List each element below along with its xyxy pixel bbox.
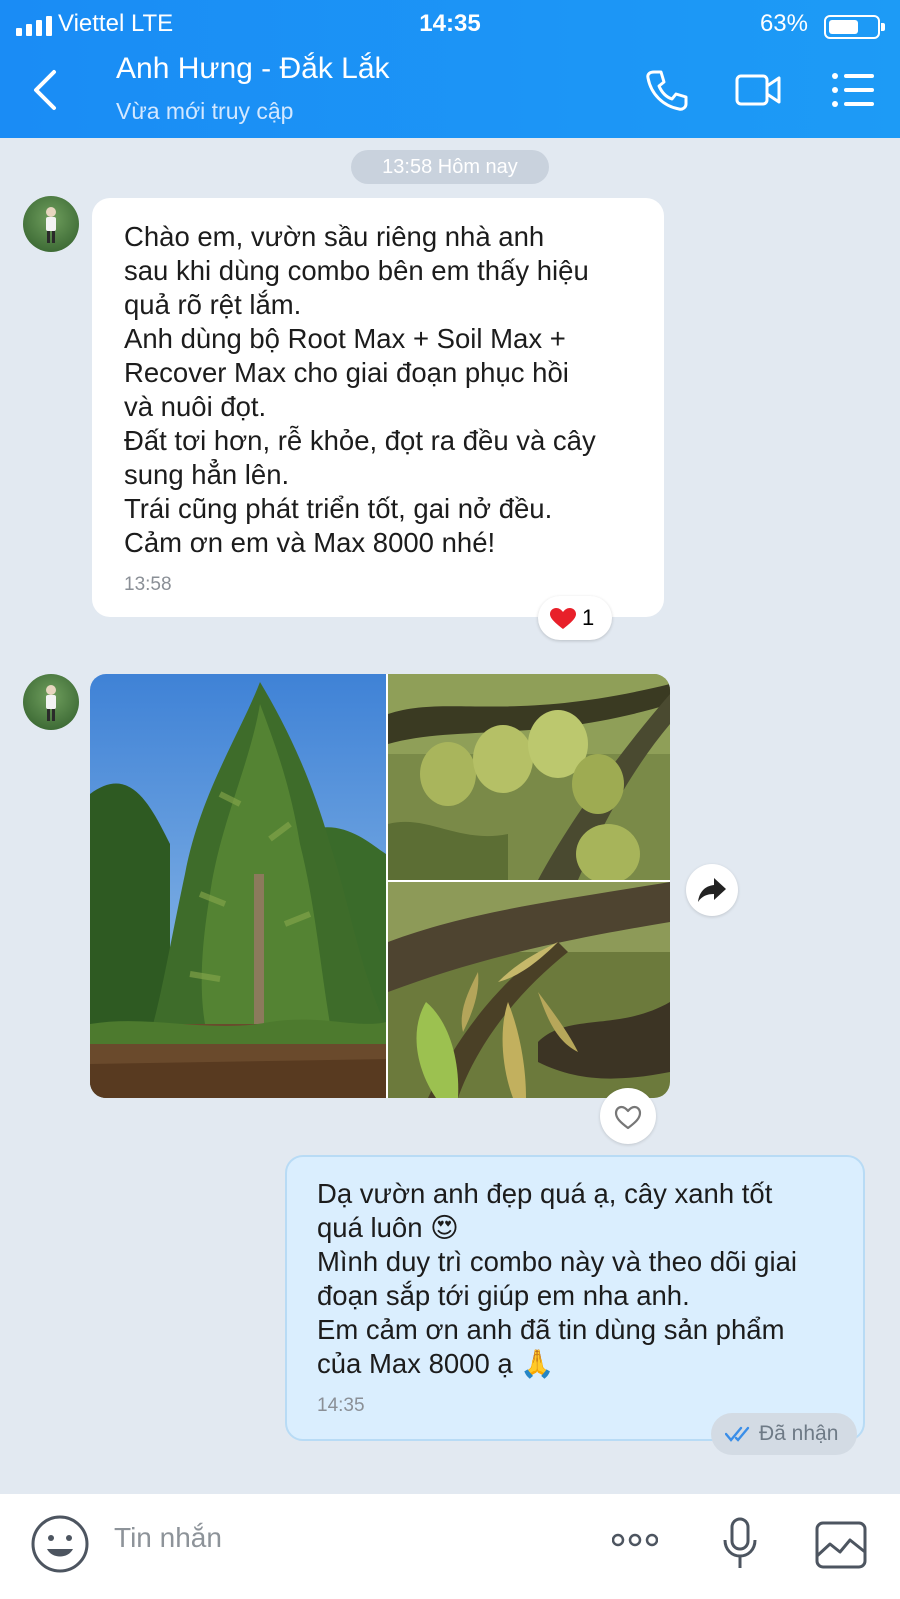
reaction-count: 1 <box>582 605 595 630</box>
menu-icon[interactable] <box>830 66 878 114</box>
video-icon[interactable] <box>734 66 782 114</box>
photo-album[interactable] <box>90 674 670 1098</box>
composer-bar: Tin nhắn <box>0 1494 900 1599</box>
like-button[interactable] <box>600 1088 656 1144</box>
delivery-status: Đã nhận <box>711 1413 857 1455</box>
like-icon <box>614 1105 642 1130</box>
avatar[interactable] <box>23 674 79 730</box>
durian-fruit-photo[interactable] <box>388 674 670 880</box>
message-time: 13:58 <box>124 574 172 595</box>
battery-icon <box>824 15 885 39</box>
mic-icon[interactable] <box>720 1516 760 1572</box>
share-button[interactable] <box>686 864 738 916</box>
emoji-icon[interactable] <box>30 1514 90 1574</box>
message-text: Dạ vườn anh đẹp quá ạ, cây xanh tốt quá … <box>317 1178 797 1379</box>
tree-photo[interactable] <box>90 674 386 1098</box>
message-input[interactable]: Tin nhắn <box>114 1522 222 1554</box>
durian-leaves-photo[interactable] <box>388 882 670 1098</box>
battery-percent: 63% <box>759 10 808 37</box>
share-icon <box>698 878 726 902</box>
chat-header: Viettel LTE 14:35 63% Anh Hưng - Đắk Lắk… <box>0 0 900 138</box>
reaction-badge[interactable]: 1 <box>538 596 612 640</box>
outgoing-message[interactable]: Dạ vườn anh đẹp quá ạ, cây xanh tốt quá … <box>285 1155 865 1441</box>
date-separator: 13:58 Hôm nay <box>351 150 549 184</box>
presence-status: Vừa mới truy cập <box>116 98 294 124</box>
incoming-message[interactable]: Chào em, vườn sầu riêng nhà anh sau khi … <box>92 198 664 617</box>
status-bar: Viettel LTE 14:35 63% <box>0 6 900 42</box>
phone-icon[interactable] <box>642 66 690 114</box>
contact-name[interactable]: Anh Hưng - Đắk Lắk <box>116 52 390 86</box>
message-text: Chào em, vườn sầu riêng nhà anh sau khi … <box>124 221 596 558</box>
delivery-status-label: Đã nhận <box>759 1422 839 1445</box>
heart-icon <box>550 608 576 629</box>
back-icon[interactable] <box>26 66 66 114</box>
avatar[interactable] <box>23 196 79 252</box>
more-icon[interactable] <box>612 1532 658 1548</box>
check-icon <box>725 1426 750 1442</box>
image-icon[interactable] <box>814 1520 868 1570</box>
